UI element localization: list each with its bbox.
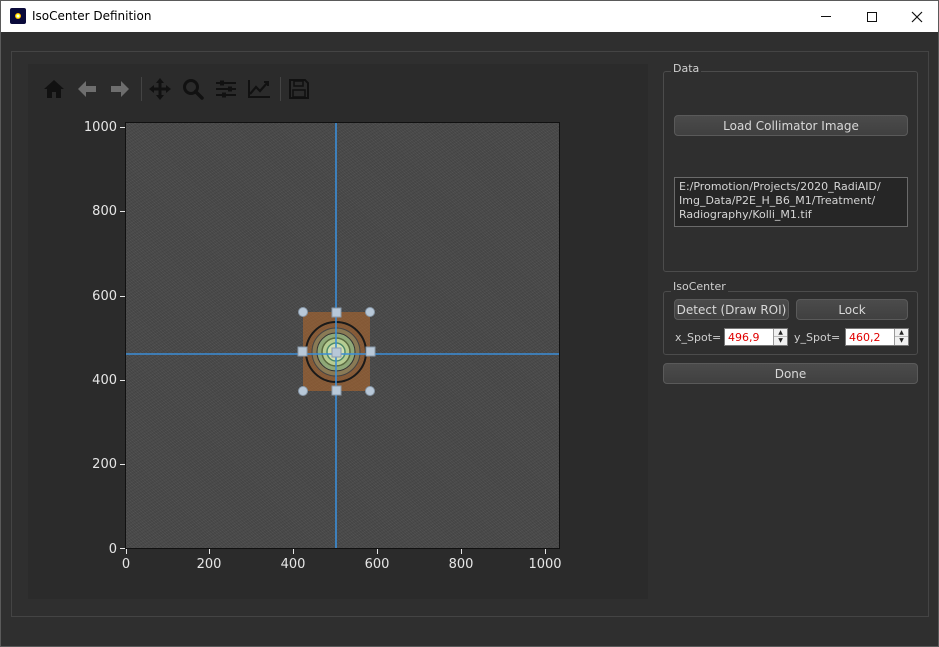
app-logo-icon [10,8,26,24]
y-spot-label: y_Spot= [794,331,841,344]
x-tick-mark [209,549,210,554]
load-collimator-image-button[interactable]: Load Collimator Image [674,115,908,136]
detect-draw-roi-button[interactable]: Detect (Draw ROI) [674,299,789,320]
window-title: IsoCenter Definition [32,9,152,23]
file-path-line: Img_Data/P2E_H_B6_M1/Treatment/ [679,194,876,207]
roi-handle-edge [331,385,342,396]
y-tick-label: 800 [92,204,117,219]
home-icon [44,80,64,98]
spin-down-icon[interactable]: ▼ [774,337,787,345]
x-spot-label: x_Spot= [675,331,722,344]
roi-handle-corner [365,386,375,396]
data-group [663,71,918,272]
done-button[interactable]: Done [663,363,918,384]
roi-handle-corner [365,307,375,317]
x-tick-label: 600 [364,557,390,572]
x-spot-value[interactable]: 496,9 [728,331,760,344]
x-spot-spinbox[interactable]: 496,9 ▲ ▼ [724,328,788,346]
maximize-icon [867,11,877,22]
plot-toolbar [39,75,317,103]
pan-icon [149,78,171,100]
x-tick-mark [126,549,127,554]
spin-up-icon[interactable]: ▲ [895,329,908,337]
edit-axis-button[interactable] [244,75,274,103]
file-path-line: Radiography/Kolli_M1.tif [679,208,812,221]
back-icon [78,81,96,97]
pan-button[interactable] [145,75,175,103]
edit-axis-icon [248,80,270,98]
lock-button[interactable]: Lock [796,299,908,320]
y-tick-label: 1000 [83,120,117,135]
roi-handle-center [331,347,342,358]
title-bar: IsoCenter Definition [1,1,938,32]
minimize-button[interactable] [803,1,849,32]
x-tick-label: 800 [448,557,474,572]
back-button[interactable] [72,75,102,103]
maximize-button[interactable] [849,1,895,32]
save-button[interactable] [284,75,314,103]
roi-overlay[interactable] [126,123,560,549]
x-tick-mark [293,549,294,554]
spin-up-icon[interactable]: ▲ [774,329,787,337]
y-spot-value[interactable]: 460,2 [849,331,881,344]
forward-button[interactable] [105,75,135,103]
x-tick-mark [545,549,546,554]
y-tick-label: 200 [92,457,117,472]
file-path-display: E:/Promotion/Projects/2020_RadiAID/ Img_… [674,177,908,227]
data-group-title: Data [671,62,702,75]
close-icon [911,11,923,22]
configure-subplots-icon [216,80,236,98]
toolbar-separator [280,77,281,101]
spin-down-icon[interactable]: ▼ [895,337,908,345]
forward-icon [111,81,129,97]
x-tick-label: 400 [280,557,306,572]
y-tick-label: 0 [108,542,117,557]
file-path-line: E:/Promotion/Projects/2020_RadiAID/ [679,180,881,193]
roi-handle-corner [298,307,308,317]
close-button[interactable] [894,1,939,32]
zoom-icon [183,79,204,100]
image-axes[interactable] [125,122,560,549]
y-spot-spinbox[interactable]: 460,2 ▲ ▼ [845,328,909,346]
x-tick-label: 1000 [528,557,562,572]
roi-handle-edge [297,346,308,357]
y-tick-label: 400 [92,373,117,388]
minimize-icon [821,16,831,17]
roi-handle-edge [331,307,342,318]
y-spot-stepper: ▲ ▼ [894,329,908,345]
configure-subplots-button[interactable] [211,75,241,103]
isocenter-group-title: IsoCenter [671,280,728,293]
roi-handle-edge [365,346,376,357]
y-tick-label: 600 [92,289,117,304]
x-tick-label: 200 [196,557,222,572]
app-window: IsoCenter Definition 1000 800 600 400 20… [0,0,939,647]
x-tick-mark [377,549,378,554]
toolbar-separator [141,77,142,101]
roi-handle-corner [298,386,308,396]
home-button[interactable] [39,75,69,103]
zoom-button[interactable] [178,75,208,103]
save-icon [289,79,309,99]
x-tick-mark [461,549,462,554]
x-spot-stepper: ▲ ▼ [773,329,787,345]
x-tick-label: 0 [121,557,131,572]
